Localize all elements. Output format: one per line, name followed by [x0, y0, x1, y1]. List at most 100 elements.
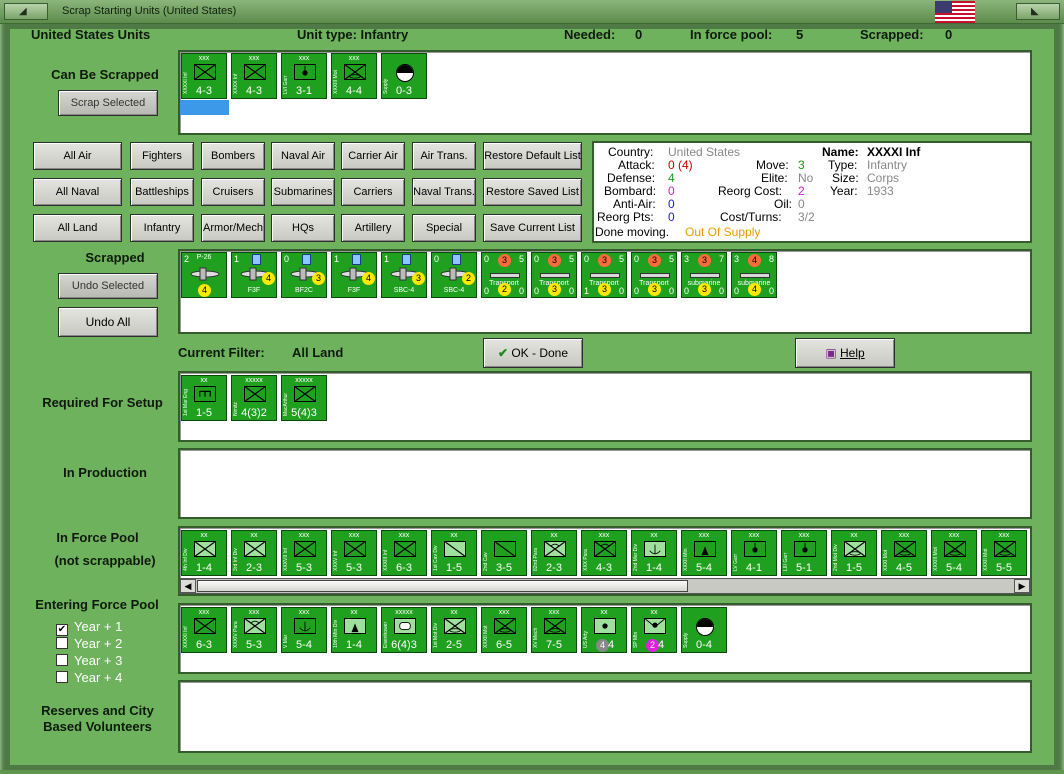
- entering-counter-7[interactable]: xxx XV Mech 7-5: [531, 607, 577, 653]
- pool-counter-9[interactable]: xx 2nd Mar Div 1-4: [631, 530, 677, 576]
- pool-counter-2[interactable]: xxx XXXVII Inf 5-3: [281, 530, 327, 576]
- scrappable-counter-1[interactable]: xxx XXXX Inf 4-3: [231, 53, 277, 99]
- scrappable-counter-3[interactable]: xxx XXXIII Mot 4-4: [331, 53, 377, 99]
- filter-button-artillery[interactable]: Artillery: [341, 214, 405, 242]
- filter-button-all-air[interactable]: All Air: [33, 142, 122, 170]
- filter-button-fighters[interactable]: Fighters: [130, 142, 194, 170]
- required-counter-1[interactable]: xxxxx Nimitz 4(3)2: [231, 375, 277, 421]
- pool-counter-1[interactable]: xx 3rd Inf Div 2-3: [231, 530, 277, 576]
- filter-button-battleships[interactable]: Battleships: [130, 178, 194, 206]
- scrapped-air-counter-5[interactable]: 0 SBC-4 2: [431, 252, 477, 298]
- filter-button-armor-mech[interactable]: Armor/Mech: [201, 214, 265, 242]
- scrapped-air-counter-1[interactable]: 1 F3F 4: [231, 252, 277, 298]
- filter-button-submarines[interactable]: Submarines: [271, 178, 335, 206]
- checkbox-box[interactable]: [56, 637, 68, 649]
- filter-button-all-land[interactable]: All Land: [33, 214, 122, 242]
- expand-button[interactable]: ◣: [1016, 3, 1060, 20]
- pool-counter-10[interactable]: xxx XXXII Mtn 5-4: [681, 530, 727, 576]
- filter-button-restore-default-list[interactable]: Restore Default List: [483, 142, 582, 170]
- entering-counter-10[interactable]: Supply 0-4: [681, 607, 727, 653]
- unit-strength: 3-1: [296, 85, 312, 97]
- pool-counter-5[interactable]: xx 1st Cav Div 1-5: [431, 530, 477, 576]
- entering-counter-8[interactable]: xx US Arty 4 4: [581, 607, 627, 653]
- entering-counter-3[interactable]: xx 10th Mtn Div 1-4: [331, 607, 377, 653]
- pool-counter-11[interactable]: xxx LV Garr 4-1: [731, 530, 777, 576]
- pool-counter-8[interactable]: xxx XXX Para 4-3: [581, 530, 627, 576]
- pool-counter-16[interactable]: xxx XXXII Mot 5-5: [981, 530, 1027, 576]
- pool-counter-12[interactable]: xxx LIII Garr 5-1: [781, 530, 827, 576]
- entering-counter-0[interactable]: xxx XXXXI Inf 6-3: [181, 607, 227, 653]
- scrappable-counter-0[interactable]: xxx XXXXI Inf 4-3: [181, 53, 227, 99]
- year-checkbox-1[interactable]: ✔ Year + 1: [56, 619, 122, 636]
- info-attack-value: 0 (4): [668, 158, 693, 172]
- undo-selected-button[interactable]: Undo Selected: [58, 273, 158, 299]
- filter-button-cruisers[interactable]: Cruisers: [201, 178, 265, 206]
- year-checkbox-3[interactable]: Year + 3: [56, 653, 122, 668]
- filter-button-naval-air[interactable]: Naval Air: [271, 142, 335, 170]
- force-pool-scrollbar[interactable]: ◀ ▶: [179, 578, 1031, 594]
- undo-all-button[interactable]: Undo All: [58, 307, 158, 337]
- scrapped-naval-counter-3[interactable]: 053Transport030: [631, 252, 677, 298]
- entering-counter-6[interactable]: xxx XXXII Mot 6-5: [481, 607, 527, 653]
- scrapped-naval-counter-0[interactable]: 053Transport020: [481, 252, 527, 298]
- current-filter-label: Current Filter:: [178, 345, 265, 360]
- naval-attack: 3: [684, 254, 690, 264]
- pool-counter-15[interactable]: xxx XXXIII Mot 5-4: [931, 530, 977, 576]
- collapse-button[interactable]: ◢: [4, 3, 48, 20]
- filter-button-air-trans-[interactable]: Air Trans.: [412, 142, 476, 170]
- pool-counter-0[interactable]: xx 4th Inf Div 1-4: [181, 530, 227, 576]
- filter-button-all-naval[interactable]: All Naval: [33, 178, 122, 206]
- entering-counter-5[interactable]: xx 1st Mot Div 2-5: [431, 607, 477, 653]
- scrapped-naval-counter-4[interactable]: 373submarine030: [681, 252, 727, 298]
- entering-counter-1[interactable]: xxx XXXIV Para 5-3: [231, 607, 277, 653]
- filter-button-carrier-air[interactable]: Carrier Air: [341, 142, 405, 170]
- scrapped-naval-counter-5[interactable]: 384submarine040: [731, 252, 777, 298]
- hq-symbol-icon: [394, 618, 416, 634]
- in-production-panel[interactable]: [178, 448, 1032, 519]
- filter-button-carriers[interactable]: Carriers: [341, 178, 405, 206]
- scrapped-air-counter-0[interactable]: 2 P-26 4: [181, 252, 227, 298]
- ship-icon: [490, 273, 520, 278]
- required-counter-2[interactable]: xxxxx MacArthur 5(4)3: [281, 375, 327, 421]
- reserves-panel[interactable]: [178, 680, 1032, 753]
- scrapped-naval-counter-1[interactable]: 053Transport030: [531, 252, 577, 298]
- required-counter-0[interactable]: xx 1st Mar Eng 1-5: [181, 375, 227, 421]
- entering-counter-9[interactable]: xx SP Mtn 2 4: [631, 607, 677, 653]
- help-button[interactable]: ▣ Help: [795, 338, 895, 368]
- scroll-thumb[interactable]: [197, 580, 688, 592]
- scrapped-air-counter-4[interactable]: 1 SBC-4 3: [381, 252, 427, 298]
- filter-button-hqs[interactable]: HQs: [271, 214, 335, 242]
- scrappable-counter-4[interactable]: Supply 0-3: [381, 53, 427, 99]
- checkbox-box[interactable]: [56, 671, 68, 683]
- inf-symbol-icon: [294, 386, 316, 402]
- info-oil-label: Oil:: [774, 197, 792, 211]
- filter-button-special[interactable]: Special: [412, 214, 476, 242]
- scrapped-air-counter-2[interactable]: 0 BF2C 3: [281, 252, 327, 298]
- checkbox-box[interactable]: ✔: [56, 624, 68, 636]
- checkbox-box[interactable]: [56, 654, 68, 666]
- filter-button-infantry[interactable]: Infantry: [130, 214, 194, 242]
- year-checkbox-4[interactable]: Year + 4: [56, 670, 122, 685]
- scrappable-counter-2[interactable]: xxx LVI Garr 3-1: [281, 53, 327, 99]
- unit-strength: 5-4: [696, 562, 712, 574]
- scroll-right-arrow[interactable]: ▶: [1014, 579, 1030, 593]
- scrapped-air-counter-3[interactable]: 1 F3F 4: [331, 252, 377, 298]
- filter-button-save-current-list[interactable]: Save Current List: [483, 214, 582, 242]
- pool-counter-7[interactable]: xx 82nd Para 2-3: [531, 530, 577, 576]
- pool-counter-3[interactable]: xxx XXXV Inf 5-3: [331, 530, 377, 576]
- scroll-left-arrow[interactable]: ◀: [180, 579, 196, 593]
- filter-button-restore-saved-list[interactable]: Restore Saved List: [483, 178, 582, 206]
- pool-counter-13[interactable]: xx 2nd Mot Div 1-5: [831, 530, 877, 576]
- scrap-selected-button[interactable]: Scrap Selected: [58, 90, 158, 116]
- pool-counter-4[interactable]: xxx XXXIII Inf 6-3: [381, 530, 427, 576]
- year-checkbox-2[interactable]: Year + 2: [56, 636, 122, 651]
- scrapped-naval-counter-2[interactable]: 053Transport130: [581, 252, 627, 298]
- entering-counter-2[interactable]: xxx V Mar 5-4: [281, 607, 327, 653]
- pool-counter-6[interactable]: 2nd Cav 3-5: [481, 530, 527, 576]
- filter-button-bombers[interactable]: Bombers: [201, 142, 265, 170]
- ok-done-button[interactable]: ✔ OK - Done: [483, 338, 583, 368]
- entering-counter-4[interactable]: xxxxx Eisenhower 6(4)3: [381, 607, 427, 653]
- info-year-label: Year:: [830, 184, 858, 198]
- filter-button-naval-trans-[interactable]: Naval Trans.: [412, 178, 476, 206]
- pool-counter-14[interactable]: xxx XXXI Mot 4-5: [881, 530, 927, 576]
